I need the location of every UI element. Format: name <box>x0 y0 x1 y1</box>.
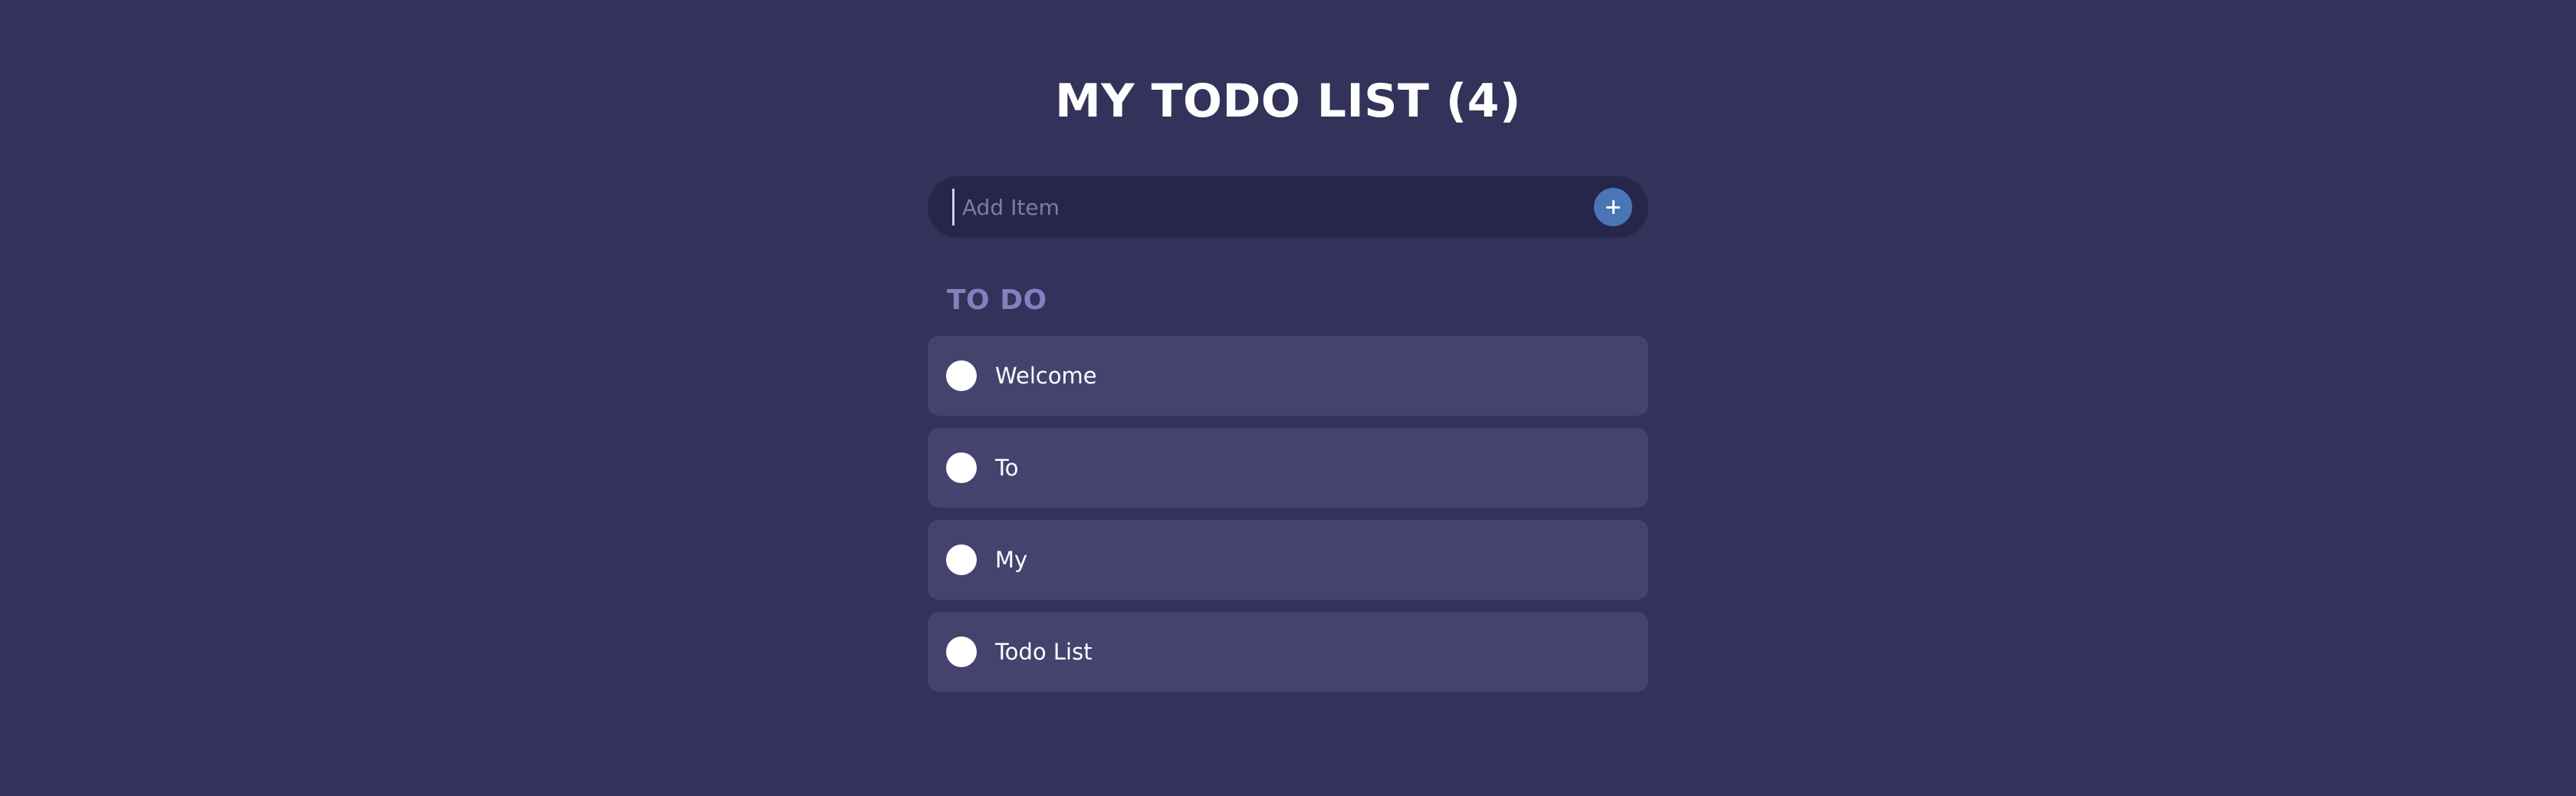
todo-checkbox[interactable] <box>946 360 977 391</box>
todo-item-label: Todo List <box>995 639 1092 665</box>
todo-item-label: To <box>995 455 1019 481</box>
add-item-input[interactable] <box>952 189 1591 225</box>
todo-checkbox[interactable] <box>946 544 977 575</box>
page-title: MY TODO LIST (4) <box>1055 74 1521 128</box>
todo-item: To <box>928 428 1648 508</box>
add-item-bar <box>928 176 1648 238</box>
todo-section-heading: TO DO <box>947 285 1047 316</box>
todo-item-label: My <box>995 547 1028 573</box>
todo-checkbox[interactable] <box>946 452 977 483</box>
plus-icon <box>1606 200 1620 214</box>
todo-item-label: Welcome <box>995 363 1097 389</box>
todo-app: MY TODO LIST (4) TO DO Welcome To My Tod… <box>0 0 2576 796</box>
todo-item: My <box>928 520 1648 600</box>
todo-list: Welcome To My Todo List <box>928 336 1648 704</box>
todo-checkbox[interactable] <box>946 636 977 667</box>
add-item-button[interactable] <box>1594 188 1632 226</box>
todo-item: Welcome <box>928 336 1648 416</box>
todo-item: Todo List <box>928 612 1648 692</box>
